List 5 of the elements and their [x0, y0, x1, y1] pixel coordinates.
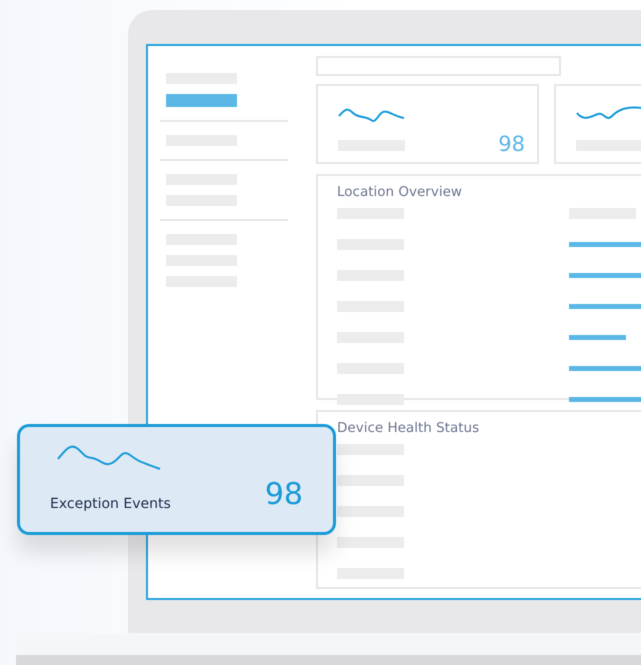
card-value: 98 [264, 477, 303, 512]
panel-title: Device Health Status [337, 420, 480, 436]
stat-value: 98 [498, 132, 525, 156]
card-label: Exception Events [50, 496, 171, 512]
panel-title: Location Overview [337, 184, 463, 200]
